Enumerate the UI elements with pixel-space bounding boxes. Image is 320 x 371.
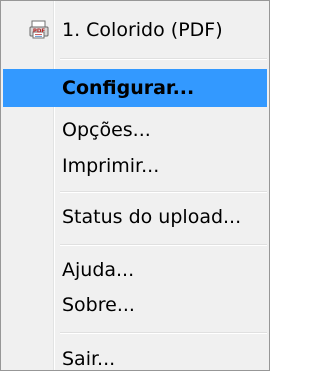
menu-item-label: Configurar... <box>62 77 195 99</box>
menu-item-label: 1. Colorido (PDF) <box>62 19 223 41</box>
menu-item-label: Sobre... <box>62 294 135 316</box>
menu-item-ajuda[interactable]: Ajuda... <box>3 251 267 289</box>
menu-item-configurar[interactable]: Configurar... <box>3 69 267 107</box>
menu-item-imprimir[interactable]: Imprimir... <box>3 147 267 185</box>
context-menu: PDF 1. Colorido (PDF) Configurar... Opçõ… <box>0 0 270 371</box>
menu-item-label: Opções... <box>62 119 151 141</box>
menu-item-status-upload[interactable]: Status do upload... <box>3 198 267 236</box>
menu-item-label: Sair... <box>62 348 116 370</box>
menu-item-sobre[interactable]: Sobre... <box>3 286 267 324</box>
menu-item-opcoes[interactable]: Opções... <box>3 111 267 149</box>
menu-separator <box>60 332 267 334</box>
menu-separator <box>60 191 267 193</box>
menu-item-sair[interactable]: Sair... <box>3 340 267 370</box>
menu-item-colorido-pdf[interactable]: 1. Colorido (PDF) <box>3 11 267 49</box>
menu-item-label: Status do upload... <box>62 206 242 228</box>
menu-separator <box>60 58 267 60</box>
menu-item-label: Ajuda... <box>62 259 135 281</box>
menu-item-label: Imprimir... <box>62 155 160 177</box>
menu-separator <box>60 244 267 246</box>
